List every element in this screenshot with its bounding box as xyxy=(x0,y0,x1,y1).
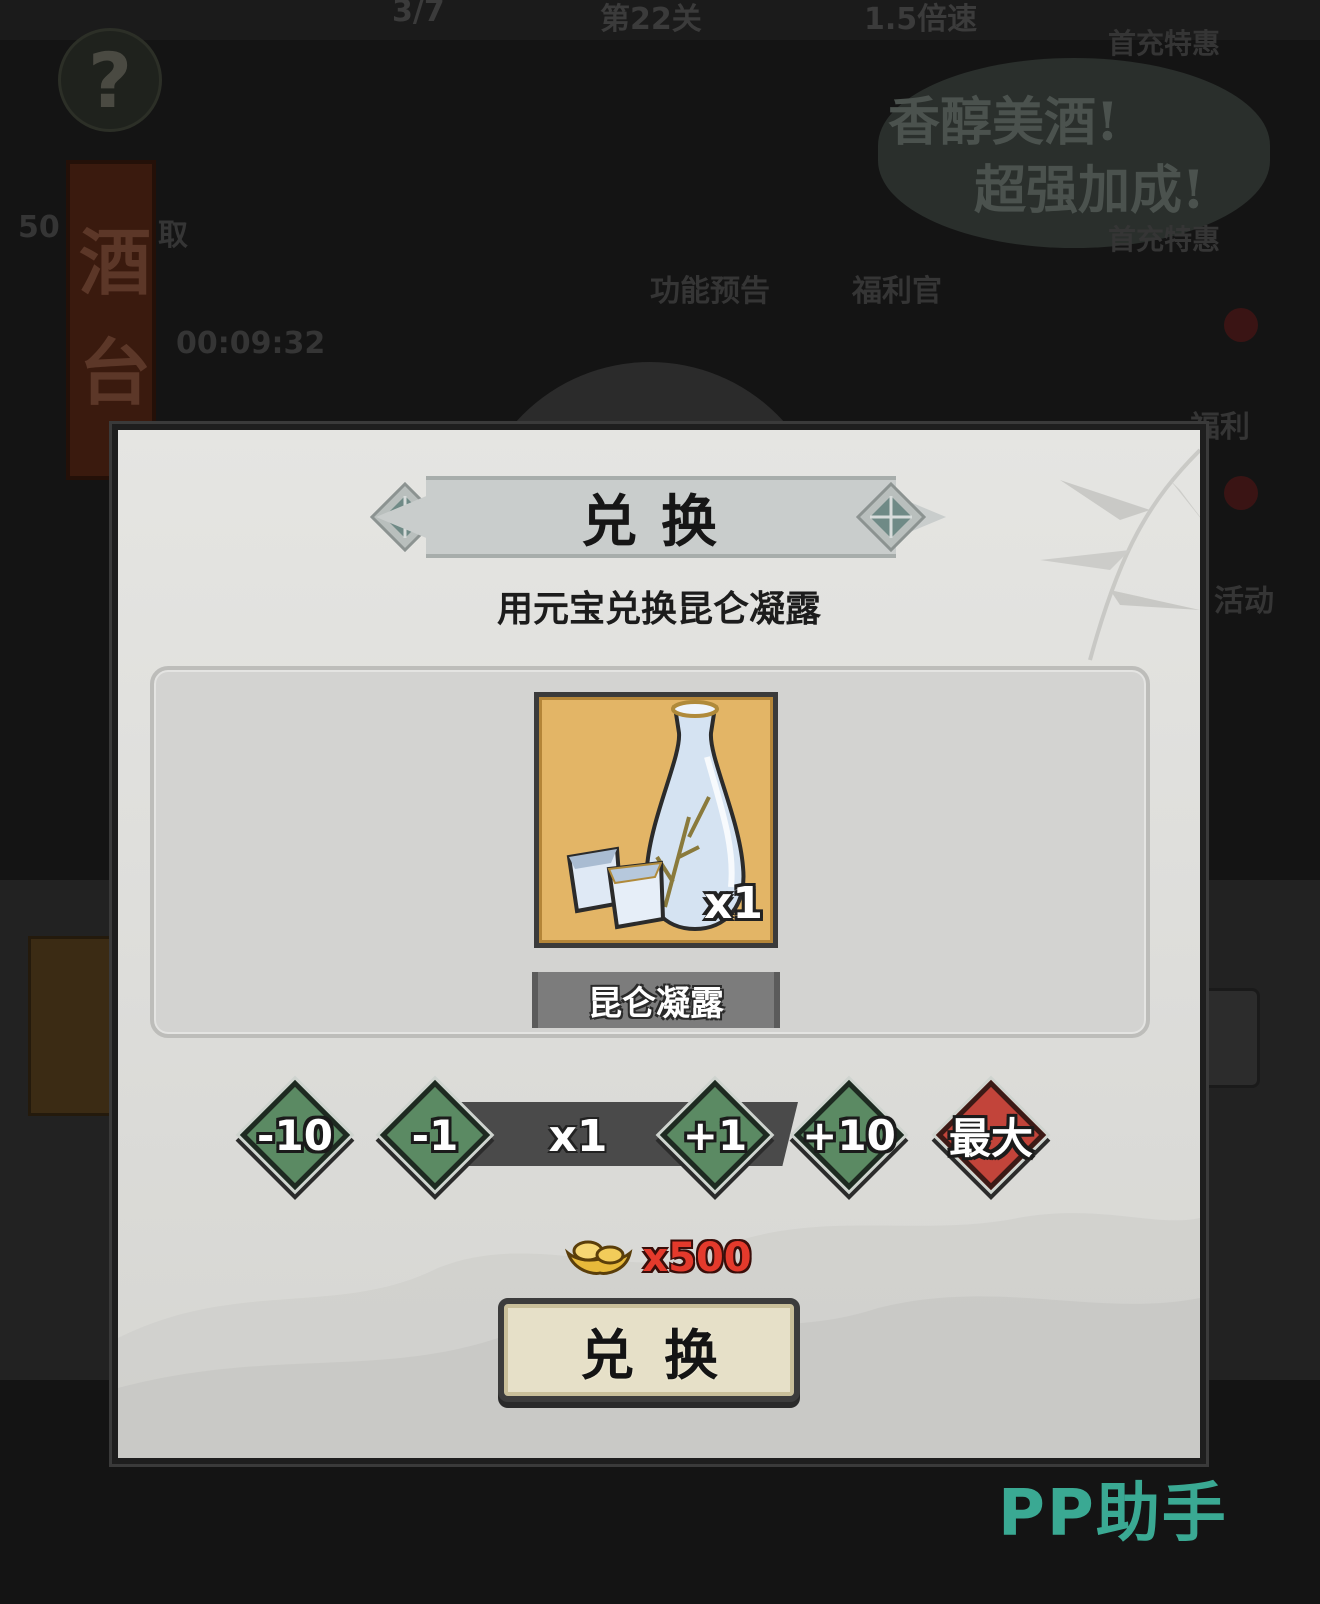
speed-label: 1.5倍速 xyxy=(864,2,978,37)
bubble-line-1: 香醇美酒! xyxy=(888,92,1119,153)
diamond-ornament-icon xyxy=(856,482,926,552)
countdown-timer: 00:09:32 xyxy=(176,326,326,361)
plus-10-button[interactable]: +10 xyxy=(793,1079,905,1191)
item-icon-frame[interactable]: x1 xyxy=(534,692,778,948)
watermark: PP助手 xyxy=(998,1477,1228,1551)
alert-dot xyxy=(1224,308,1258,342)
menu-welfare[interactable]: 福利官 xyxy=(852,266,942,310)
max-button[interactable]: 最大 xyxy=(935,1079,1047,1191)
item-quantity-badge: x1 xyxy=(704,878,763,929)
banner-char: 台 xyxy=(78,330,151,415)
side-label: 50 xyxy=(18,210,60,245)
minus-1-button[interactable]: -1 xyxy=(379,1079,491,1191)
bubble-line-2: 超强加成! xyxy=(974,160,1205,221)
menu-activity[interactable]: 活动 xyxy=(1214,576,1274,620)
background-item-slot[interactable] xyxy=(28,936,118,1116)
dialog-subtitle: 用元宝兑换昆仑凝露 xyxy=(496,589,821,630)
quantity-display: x1 xyxy=(548,1110,608,1162)
promo-label: 首充特惠 xyxy=(1108,27,1221,60)
dialog-title: 兑换 xyxy=(581,489,741,555)
alert-dot xyxy=(1224,476,1258,510)
promo-label: 首充特惠 xyxy=(1108,223,1221,256)
banner-char: 酒 xyxy=(78,220,151,305)
title-ribbon: 兑换 xyxy=(426,476,896,558)
confirm-button-label: 兑换 xyxy=(580,1323,748,1387)
help-icon[interactable]: ? xyxy=(58,28,162,132)
minus-10-button[interactable]: -10 xyxy=(239,1079,351,1191)
gold-ingot-icon xyxy=(565,1240,633,1275)
stage-label: 第22关 xyxy=(600,2,702,37)
item-panel: x1 昆仑凝露 xyxy=(150,666,1150,1038)
menu-function-preview[interactable]: 功能预告 xyxy=(650,266,770,310)
exchange-dialog: 兑换 用元宝兑换昆仑凝露 x1 昆仑凝露 x1 -10 -1 +1 +10 最大… xyxy=(112,424,1206,1464)
plus-1-button[interactable]: +1 xyxy=(659,1079,771,1191)
cost-row: x500 xyxy=(558,1230,758,1286)
bamboo-decoration xyxy=(1040,448,1200,661)
item-name-plate: 昆仑凝露 xyxy=(532,972,780,1028)
exchange-confirm-button[interactable]: 兑换 xyxy=(498,1298,800,1402)
side-label-suffix: 取 xyxy=(158,218,188,253)
item-name: 昆仑凝露 xyxy=(588,983,724,1024)
stage-progress: 3/7 xyxy=(392,0,445,29)
cost-amount: x500 xyxy=(642,1235,752,1281)
